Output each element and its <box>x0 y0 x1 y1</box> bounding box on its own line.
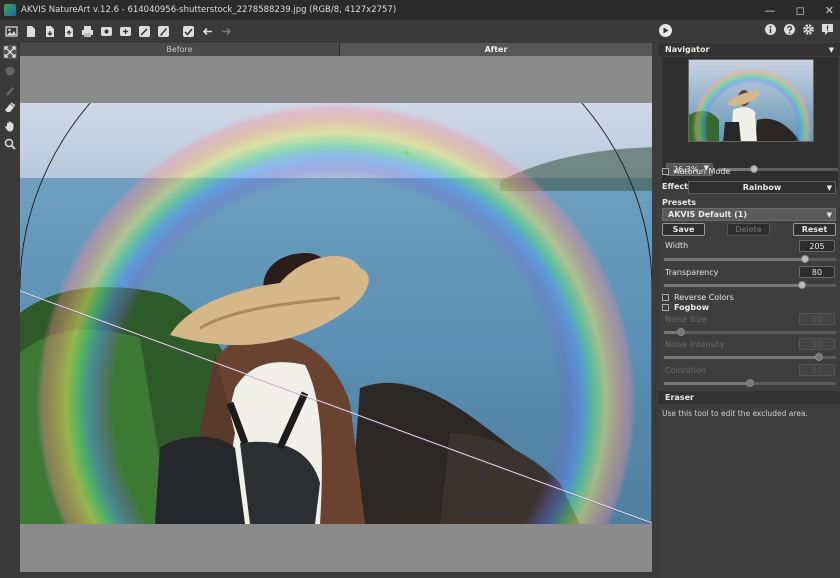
zoom-icon[interactable] <box>3 137 17 151</box>
share-icon[interactable] <box>100 25 113 38</box>
eraser-header: Eraser <box>658 391 840 404</box>
transparency-slider[interactable] <box>664 281 836 289</box>
close-icon[interactable]: ✕ <box>825 4 834 17</box>
width-slider[interactable] <box>664 255 836 263</box>
reverse-colors-checkbox[interactable] <box>662 294 669 301</box>
undo-icon[interactable] <box>201 25 214 38</box>
crop-icon[interactable] <box>3 45 17 59</box>
open-icon[interactable] <box>5 25 18 38</box>
eraser-icon[interactable] <box>3 100 17 114</box>
effect-row: Effect: <box>662 182 691 191</box>
noise-size-slider-knob[interactable] <box>677 328 686 336</box>
chevron-down-icon: ▼ <box>826 210 832 219</box>
settings-icon[interactable] <box>802 23 815 36</box>
delete-preset-button[interactable]: Delete <box>727 223 770 236</box>
noise-intensity-slider-fill <box>664 356 819 359</box>
print-icon[interactable] <box>81 25 94 38</box>
width-label: Width <box>665 241 689 250</box>
play-icon[interactable] <box>659 24 672 37</box>
noise-size-slider[interactable] <box>664 328 836 336</box>
toolbar <box>0 20 840 42</box>
feedback-icon[interactable] <box>821 23 834 36</box>
preset-value: AKVIS Default (1) <box>668 210 747 219</box>
coloration-label: Coloration <box>665 366 707 375</box>
zoom-slider[interactable] <box>718 165 838 173</box>
thumbnail-image <box>689 60 813 141</box>
fogbow-checkbox[interactable] <box>662 304 669 311</box>
export-icon[interactable] <box>62 25 75 38</box>
presets-title: Presets <box>662 198 697 207</box>
navigator-header: Navigator ▼ <box>658 43 840 56</box>
stroke-icon[interactable] <box>3 64 17 78</box>
help-icon[interactable] <box>783 23 796 36</box>
window-title: AKVIS NatureArt v.12.6 - 614040956-shutt… <box>21 5 397 15</box>
transparency-label: Transparency <box>665 268 719 277</box>
brush-icon[interactable] <box>3 83 17 97</box>
navigator-thumbnail[interactable] <box>688 59 814 142</box>
noise-size-label: Noise Size <box>665 315 707 324</box>
selection-icon[interactable] <box>138 25 151 38</box>
coloration-slider-fill <box>664 382 750 385</box>
noise-intensity-slider[interactable] <box>664 353 836 361</box>
effect-value: Rainbow <box>742 183 782 192</box>
tool-strip <box>0 42 20 578</box>
view-tabs: Before After <box>20 43 652 56</box>
width-slider-knob[interactable] <box>801 255 810 263</box>
reverse-colors-row[interactable]: Reverse Colors <box>662 293 734 302</box>
maximize-icon[interactable]: ◻ <box>796 4 805 17</box>
transparency-slider-fill <box>664 284 802 287</box>
autorun-checkbox[interactable] <box>662 168 669 175</box>
rainbow-photo <box>20 103 652 524</box>
eraser-description: Use this tool to edit the excluded area. <box>662 409 808 418</box>
coloration-slider-knob[interactable] <box>746 379 754 387</box>
tab-before[interactable]: Before <box>20 43 340 56</box>
app-window: AKVIS NatureArt v.12.6 - 614040956-shutt… <box>0 0 840 578</box>
save-icon[interactable] <box>43 25 56 38</box>
presets-row: Presets <box>662 198 696 207</box>
reverse-colors-label: Reverse Colors <box>674 293 734 302</box>
coloration-slider[interactable] <box>664 379 836 387</box>
fogbow-row[interactable]: Fogbow <box>662 303 709 312</box>
minimize-icon[interactable]: — <box>765 4 776 17</box>
title-bar: AKVIS NatureArt v.12.6 - 614040956-shutt… <box>0 0 840 20</box>
brush-icon[interactable] <box>157 25 170 38</box>
chevron-down-icon: ▼ <box>826 183 832 192</box>
coloration-input[interactable]: 50 <box>799 364 835 376</box>
effect-select[interactable]: Rainbow ▼ <box>688 181 836 194</box>
autorun-row[interactable]: Autorun Mode <box>662 167 730 176</box>
reset-preset-button[interactable]: Reset <box>793 223 836 236</box>
autorun-label: Autorun Mode <box>674 167 731 176</box>
app-logo-icon <box>4 4 16 16</box>
fogbow-label: Fogbow <box>674 303 709 312</box>
effect-label: Effect: <box>662 182 692 191</box>
noise-intensity-label: Noise Intensity <box>665 340 725 349</box>
new-file-icon[interactable] <box>24 25 37 38</box>
batch-icon[interactable] <box>119 25 132 38</box>
transparency-input[interactable]: 80 <box>799 266 835 278</box>
collapse-icon[interactable]: ▼ <box>829 46 834 54</box>
transparency-slider-knob[interactable] <box>797 281 806 289</box>
noise-size-input[interactable]: 50 <box>799 313 835 325</box>
noise-intensity-slider-knob[interactable] <box>814 353 823 361</box>
hand-icon[interactable] <box>3 119 17 133</box>
eraser-title: Eraser <box>665 393 694 402</box>
image-canvas[interactable] <box>20 56 652 572</box>
noise-intensity-input[interactable]: 90 <box>799 338 835 350</box>
preset-select[interactable]: AKVIS Default (1) ▼ <box>662 208 836 221</box>
redo-icon[interactable] <box>220 25 233 38</box>
width-input[interactable]: 205 <box>799 240 835 252</box>
settings-panel: Navigator ▼ 26.3% ▼ Autorun Mode Effect:… <box>658 42 840 578</box>
info-icon[interactable] <box>764 23 777 36</box>
photo-preview[interactable] <box>20 103 652 524</box>
navigator-title: Navigator <box>665 45 710 54</box>
check-icon[interactable] <box>182 25 195 38</box>
save-preset-button[interactable]: Save <box>662 223 705 236</box>
tab-after[interactable]: After <box>340 43 652 56</box>
zoom-slider-knob[interactable] <box>750 165 758 173</box>
width-slider-fill <box>664 258 806 261</box>
